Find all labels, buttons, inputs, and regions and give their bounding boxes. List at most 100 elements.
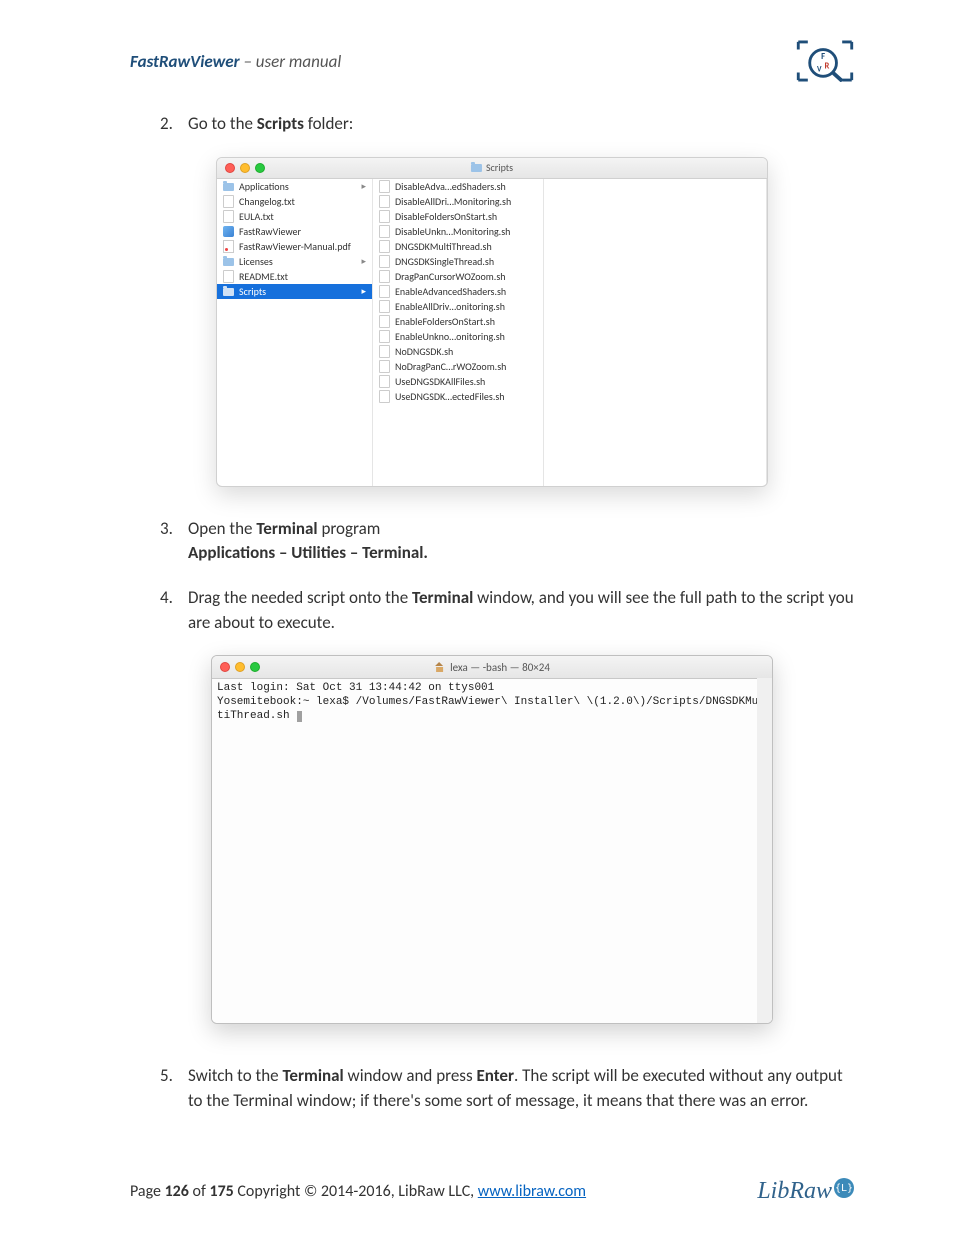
copyright: Copyright © 2014-2016, LibRaw LLC, xyxy=(234,1182,478,1201)
finder-item-label: UseDNGSDKAllFiles.sh xyxy=(395,375,485,388)
finder-item[interactable]: EnableUnkno…onitoring.sh xyxy=(373,329,543,344)
step-5-mid: window and press xyxy=(344,1065,477,1086)
finder-item[interactable]: UseDNGSDK…ectedFiles.sh xyxy=(373,389,543,404)
terminal-line-1: Last login: Sat Oct 31 13:44:42 on ttys0… xyxy=(217,682,494,694)
file-icon xyxy=(223,258,234,266)
file-icon xyxy=(223,195,234,208)
finder-item-label: Licenses xyxy=(239,255,273,268)
file-icon xyxy=(379,240,390,253)
finder-item[interactable]: NoDragPanC…rWOZoom.sh xyxy=(373,359,543,374)
libraw-logo: LibRaw {L} xyxy=(757,1178,854,1205)
finder-item[interactable]: FastRawViewer-Manual.pdf xyxy=(217,239,372,254)
finder-item[interactable]: EULA.txt xyxy=(217,209,372,224)
finder-column-right[interactable]: DisableAdva…edShaders.shDisableAllDri…Mo… xyxy=(373,179,544,486)
app-name: FastRawViewer xyxy=(130,51,240,72)
maximize-icon[interactable] xyxy=(250,662,260,672)
libraw-bubble-icon: {L} xyxy=(834,1178,854,1198)
finder-titlebar: Scripts xyxy=(217,158,767,179)
file-icon xyxy=(379,270,390,283)
terminal-title: lexa — -bash — 80×24 xyxy=(434,661,550,674)
finder-item[interactable]: NoDNGSDK.sh xyxy=(373,344,543,359)
finder-item[interactable]: Scripts▸ xyxy=(217,284,372,299)
finder-item-label: Applications xyxy=(239,180,289,193)
finder-item-label: UseDNGSDK…ectedFiles.sh xyxy=(395,390,505,403)
file-icon xyxy=(223,226,234,237)
file-icon xyxy=(379,285,390,298)
step-4-bold: Terminal xyxy=(412,587,473,608)
step-3-post: program xyxy=(318,518,381,539)
finder-item-label: DisableUnkn…Monitoring.sh xyxy=(395,225,510,238)
file-icon xyxy=(223,270,234,283)
step-3-pre: Open the xyxy=(188,518,256,539)
finder-item-label: DNGSDKMultiThread.sh xyxy=(395,240,492,253)
step-2-post: folder: xyxy=(304,113,353,134)
finder-item-label: FastRawViewer-Manual.pdf xyxy=(239,240,351,253)
finder-item-label: DisableFoldersOnStart.sh xyxy=(395,210,497,223)
minimize-icon[interactable] xyxy=(235,662,245,672)
finder-item[interactable]: DisableFoldersOnStart.sh xyxy=(373,209,543,224)
close-icon[interactable] xyxy=(220,662,230,672)
step-2-bold: Scripts xyxy=(257,113,304,134)
finder-item-label: DNGSDKSingleThread.sh xyxy=(395,255,494,268)
finder-item[interactable]: DNGSDKSingleThread.sh xyxy=(373,254,543,269)
finder-item[interactable]: Applications▸ xyxy=(217,179,372,194)
step-5-bold1: Terminal xyxy=(282,1065,343,1086)
step-5-bold2: Enter xyxy=(476,1065,514,1086)
page-footer: Page 126 of 175 Copyright © 2014-2016, L… xyxy=(130,1178,854,1205)
finder-item[interactable]: DragPanCursorWOZoom.sh xyxy=(373,269,543,284)
file-icon xyxy=(223,288,234,296)
libraw-link[interactable]: www.libraw.com xyxy=(478,1182,586,1201)
finder-item[interactable]: EnableAdvancedShaders.sh xyxy=(373,284,543,299)
libraw-logo-text: LibRaw xyxy=(757,1178,832,1205)
finder-item[interactable]: EnableAllDriv…onitoring.sh xyxy=(373,299,543,314)
terminal-body[interactable]: Last login: Sat Oct 31 13:44:42 on ttys0… xyxy=(212,679,772,1023)
finder-item[interactable]: README.txt xyxy=(217,269,372,284)
step-5-pre: Switch to the xyxy=(188,1065,282,1086)
step-2: Go to the Scripts folder: xyxy=(160,112,854,137)
header-title: FastRawViewer – user manual xyxy=(130,51,341,72)
finder-item-label: EULA.txt xyxy=(239,210,274,223)
page-current: 126 xyxy=(165,1182,189,1201)
file-icon xyxy=(379,390,390,403)
header-suffix: – user manual xyxy=(240,51,342,72)
page-mid: of xyxy=(189,1182,210,1201)
step-3-path: Applications – Utilities – Terminal. xyxy=(188,542,428,563)
page-total: 175 xyxy=(209,1182,233,1201)
file-icon xyxy=(379,180,390,193)
terminal-window: lexa — -bash — 80×24 Last login: Sat Oct… xyxy=(211,655,773,1024)
page-pre: Page xyxy=(130,1182,165,1201)
step-2-pre: Go to the xyxy=(188,113,257,134)
terminal-title-text: lexa — -bash — 80×24 xyxy=(450,661,550,674)
file-icon xyxy=(379,315,390,328)
svg-text:R: R xyxy=(824,62,829,72)
finder-item-label: EnableFoldersOnStart.sh xyxy=(395,315,495,328)
file-icon xyxy=(379,195,390,208)
maximize-icon[interactable] xyxy=(255,163,265,173)
file-icon xyxy=(379,330,390,343)
scrollbar[interactable] xyxy=(757,678,772,1023)
finder-item-label: DragPanCursorWOZoom.sh xyxy=(395,270,506,283)
terminal-titlebar: lexa — -bash — 80×24 xyxy=(212,656,772,679)
finder-item[interactable]: DNGSDKMultiThread.sh xyxy=(373,239,543,254)
finder-item[interactable]: DisableAdva…edShaders.sh xyxy=(373,179,543,194)
finder-item[interactable]: DisableAllDri…Monitoring.sh xyxy=(373,194,543,209)
finder-item[interactable]: Changelog.txt xyxy=(217,194,372,209)
finder-item[interactable]: FastRawViewer xyxy=(217,224,372,239)
finder-item-label: EnableUnkno…onitoring.sh xyxy=(395,330,505,343)
footer-text: Page 126 of 175 Copyright © 2014-2016, L… xyxy=(130,1182,586,1201)
finder-item[interactable]: Licenses▸ xyxy=(217,254,372,269)
finder-item[interactable]: DisableUnkn…Monitoring.sh xyxy=(373,224,543,239)
finder-column-left[interactable]: Applications▸Changelog.txtEULA.txtFastRa… xyxy=(217,179,373,486)
finder-item[interactable]: UseDNGSDKAllFiles.sh xyxy=(373,374,543,389)
frv-logo-icon: F R V xyxy=(796,40,854,82)
finder-item-label: EnableAllDriv…onitoring.sh xyxy=(395,300,505,313)
close-icon[interactable] xyxy=(225,163,235,173)
file-icon xyxy=(223,240,234,253)
finder-item[interactable]: EnableFoldersOnStart.sh xyxy=(373,314,543,329)
finder-item-label: NoDNGSDK.sh xyxy=(395,345,453,358)
file-icon xyxy=(379,360,390,373)
finder-item-label: DisableAllDri…Monitoring.sh xyxy=(395,195,511,208)
finder-window: Scripts Applications▸Changelog.txtEULA.t… xyxy=(216,157,768,487)
minimize-icon[interactable] xyxy=(240,163,250,173)
finder-title: Scripts xyxy=(471,161,513,174)
